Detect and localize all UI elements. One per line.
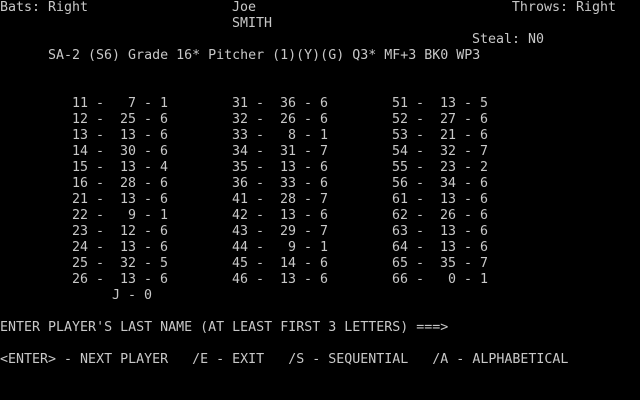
result-row: 54 - 32 - 7 (392, 144, 489, 159)
steal-label: Steal: N0 (472, 32, 545, 47)
result-row: 62 - 26 - 6 (392, 208, 489, 223)
result-column-2: 31 - 36 - 6 32 - 26 - 6 33 - 8 - 1 34 - … (232, 96, 328, 288)
result-row: 52 - 27 - 6 (392, 112, 489, 127)
result-row: 34 - 31 - 7 (232, 144, 329, 159)
result-row: 65 - 35 - 7 (392, 256, 489, 271)
prompt-label: ENTER PLAYER'S LAST NAME (AT LEAST FIRST… (0, 320, 449, 335)
result-column-3: 51 - 13 - 5 52 - 27 - 6 53 - 21 - 6 54 -… (392, 96, 488, 288)
result-row: 41 - 28 - 7 (232, 192, 329, 207)
command-help-line: <ENTER> - NEXT PLAYER /E - EXIT /S - SEQ… (0, 352, 569, 367)
bats-label: Bats: Right (0, 0, 89, 15)
last-name-prompt[interactable]: ENTER PLAYER'S LAST NAME (AT LEAST FIRST… (0, 320, 456, 336)
player-first-name: Joe (232, 0, 257, 15)
result-row: 46 - 13 - 6 (232, 272, 329, 287)
result-row: 61 - 13 - 6 (392, 192, 489, 207)
result-row: 51 - 13 - 5 (392, 96, 489, 111)
result-row: 12 - 25 - 6 (72, 112, 169, 127)
result-row: 36 - 33 - 6 (232, 176, 329, 191)
result-row: 64 - 13 - 6 (392, 240, 489, 255)
result-row: 44 - 9 - 1 (232, 240, 329, 255)
result-row: 33 - 8 - 1 (232, 128, 329, 143)
result-row: 66 - 0 - 1 (392, 272, 489, 287)
result-row: 45 - 14 - 6 (232, 256, 329, 271)
grade-line: SA-2 (S6) Grade 16* Pitcher (1)(Y)(G) Q3… (48, 48, 481, 63)
result-row: 31 - 36 - 6 (232, 96, 329, 111)
result-row: 53 - 21 - 6 (392, 128, 489, 143)
result-row: 26 - 13 - 6 (72, 272, 169, 287)
result-row: 25 - 32 - 5 (72, 256, 169, 271)
result-column-1: 11 - 7 - 1 12 - 25 - 6 13 - 13 - 6 14 - … (72, 96, 168, 288)
throws-label: Throws: Right (511, 0, 616, 15)
result-row: 22 - 9 - 1 (72, 208, 169, 223)
player-last-name: SMITH (232, 16, 273, 31)
result-row: 13 - 13 - 6 (72, 128, 169, 143)
j-result: J - 0 (112, 288, 153, 303)
result-row: 63 - 13 - 6 (392, 224, 489, 239)
result-row: 15 - 13 - 4 (72, 160, 169, 175)
result-row: 43 - 29 - 7 (232, 224, 329, 239)
result-row: 16 - 28 - 6 (72, 176, 169, 191)
result-row: 11 - 7 - 1 (72, 96, 169, 111)
result-row: 56 - 34 - 6 (392, 176, 489, 191)
result-row: 42 - 13 - 6 (232, 208, 329, 223)
result-row: 23 - 12 - 6 (72, 224, 169, 239)
result-row: 35 - 13 - 6 (232, 160, 329, 175)
result-row: 55 - 23 - 2 (392, 160, 489, 175)
result-row: 14 - 30 - 6 (72, 144, 169, 159)
result-row: 24 - 13 - 6 (72, 240, 169, 255)
result-row: 32 - 26 - 6 (232, 112, 329, 127)
result-row: 21 - 13 - 6 (72, 192, 169, 207)
